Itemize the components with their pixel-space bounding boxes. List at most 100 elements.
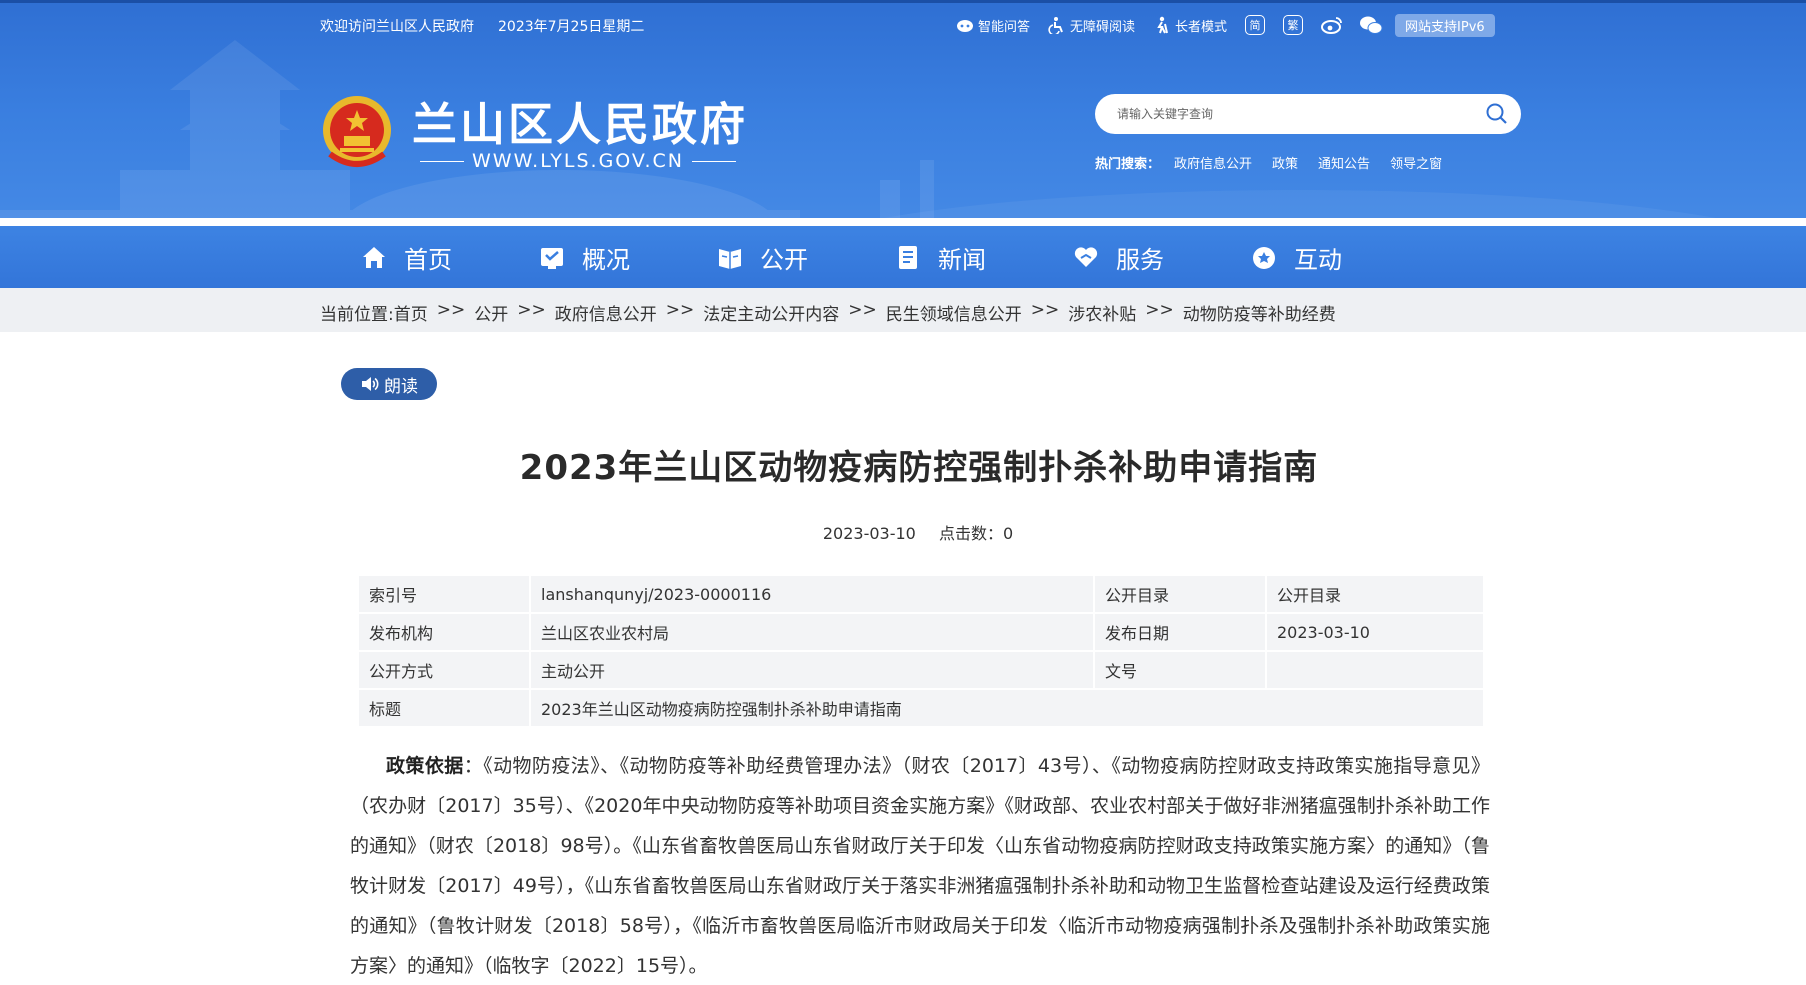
- nav-open-label: 公开: [760, 245, 808, 274]
- hot-search: 热门搜索： 政府信息公开 政策 通知公告 领导之窗: [1095, 153, 1462, 172]
- body-paragraph: ：《动物防疫法》、《动物防疫等补助经费管理办法》（财农〔2017〕43号）、《动…: [350, 755, 1490, 977]
- nav-news[interactable]: 新闻: [894, 226, 1072, 288]
- info-value: [1265, 650, 1485, 690]
- elder-icon: [1157, 16, 1169, 34]
- article-info-table: 索引号 lanshanqunyj/2023-0000116 公开目录 公开目录 …: [357, 574, 1485, 728]
- top-accent-line: [0, 0, 1806, 3]
- accessibility-label: 无障碍阅读: [1070, 19, 1136, 35]
- search-input[interactable]: [1117, 102, 1457, 126]
- smart-qa-label: 智能问答: [978, 19, 1031, 35]
- site-title: 兰山区人民政府: [412, 98, 749, 151]
- nav-service-label: 服务: [1116, 245, 1164, 274]
- breadcrumb-separator: >>: [848, 300, 877, 320]
- accessibility-icon: [1048, 17, 1063, 34]
- info-value: 主动公开: [529, 650, 1095, 690]
- info-value: 公开目录: [1265, 574, 1485, 614]
- table-row: 标题 2023年兰山区动物疫病防控强制扑杀补助申请指南: [357, 688, 1485, 728]
- article-title: 2023年兰山区动物疫病防控强制扑杀补助申请指南: [519, 448, 1319, 488]
- nav-interact-label: 互动: [1294, 245, 1342, 274]
- table-row: 发布机构 兰山区农业农村局 发布日期 2023-03-10: [357, 612, 1485, 652]
- breadcrumb-separator: >>: [1030, 300, 1060, 320]
- current-date: 2023年7月25日星期二: [498, 19, 645, 35]
- nav-separator: [0, 218, 1806, 226]
- smart-qa-link[interactable]: 智能问答: [956, 16, 1030, 35]
- national-emblem: [323, 96, 391, 167]
- main-nav: 首页 概况 公开 新闻 服务 互动: [0, 226, 1806, 288]
- nav-news-label: 新闻: [938, 245, 986, 274]
- news-icon: [899, 246, 917, 269]
- site-header: 欢迎访问兰山区人民政府 2023年7月25日星期二 智能问答 无障碍阅读 长者模…: [0, 0, 1806, 288]
- body-lead-label: 政策依据: [386, 755, 464, 777]
- ipv6-badge: 网站支持IPv6: [1395, 13, 1495, 37]
- read-aloud-label: 朗读: [384, 376, 418, 397]
- breadcrumb-separator: >>: [436, 300, 466, 320]
- breadcrumb-item[interactable]: 涉农补贴: [1068, 300, 1136, 325]
- read-aloud-button[interactable]: 朗读: [341, 368, 437, 400]
- elder-mode-label: 长者模式: [1175, 19, 1228, 35]
- info-key: 发布日期: [1093, 612, 1267, 652]
- site-url-text: WWW.LYLS.GOV.CN: [472, 150, 684, 172]
- breadcrumb-bar: 当前位置: 首页 >> 公开 >> 政府信息公开 >> 法定主动公开内容 >> …: [0, 288, 1806, 332]
- open-icon: [719, 249, 741, 269]
- nav-service[interactable]: 服务: [1072, 226, 1250, 288]
- hot-search-link[interactable]: 通知公告: [1318, 153, 1370, 172]
- info-value: lanshanqunyj/2023-0000116: [529, 574, 1095, 614]
- home-icon: [363, 247, 385, 268]
- breadcrumb-item[interactable]: 法定主动公开内容: [703, 300, 839, 325]
- breadcrumb-item[interactable]: 首页: [394, 300, 428, 325]
- info-value: 兰山区农业农村局: [529, 612, 1095, 652]
- main-nav-items: 首页 概况 公开 新闻 服务 互动: [360, 226, 1428, 288]
- service-icon: [1074, 247, 1098, 267]
- overview-icon: [541, 248, 563, 269]
- nav-overview[interactable]: 概况: [538, 226, 716, 288]
- info-value: 2023-03-10: [1265, 612, 1485, 652]
- hit-count: 点击数：0: [938, 524, 1014, 543]
- site-url: WWW.LYLS.GOV.CN: [412, 150, 744, 172]
- article-body: 政策依据：《动物防疫法》、《动物防疫等补助经费管理办法》（财农〔2017〕43号…: [350, 746, 1490, 985]
- utility-tools: 智能问答 无障碍阅读 长者模式 简 繁 网站支持IPv6: [956, 10, 1495, 40]
- search-icon[interactable]: [1485, 102, 1509, 126]
- table-row: 索引号 lanshanqunyj/2023-0000116 公开目录 公开目录: [357, 574, 1485, 614]
- url-left-rule: [420, 160, 464, 162]
- accessibility-link[interactable]: 无障碍阅读: [1048, 16, 1135, 35]
- traditional-icon[interactable]: 繁: [1283, 15, 1304, 35]
- interact-icon: [1253, 247, 1275, 269]
- breadcrumb-item[interactable]: 动物防疫等补助经费: [1183, 300, 1336, 325]
- top-utility-bar: 欢迎访问兰山区人民政府 2023年7月25日星期二 智能问答 无障碍阅读 长者模…: [0, 10, 1806, 40]
- breadcrumb-item[interactable]: 民生领域信息公开: [886, 300, 1022, 325]
- hot-search-label: 热门搜索：: [1095, 157, 1161, 172]
- breadcrumb-item[interactable]: 公开: [474, 300, 508, 325]
- breadcrumb: 当前位置: 首页 >> 公开 >> 政府信息公开 >> 法定主动公开内容 >> …: [320, 300, 1336, 325]
- hot-search-link[interactable]: 领导之窗: [1390, 153, 1442, 172]
- welcome-text: 欢迎访问兰山区人民政府: [320, 19, 474, 35]
- info-key: 索引号: [357, 574, 531, 614]
- hot-search-link[interactable]: 政府信息公开: [1174, 153, 1252, 172]
- publish-date: 2023-03-10: [822, 524, 916, 543]
- info-key: 标题: [357, 688, 531, 728]
- info-key: 文号: [1093, 650, 1267, 690]
- nav-overview-label: 概况: [582, 245, 630, 274]
- article-meta: 2023-03-10 点击数：0: [0, 520, 1806, 544]
- nav-home-label: 首页: [404, 245, 452, 274]
- elder-mode-link[interactable]: 长者模式: [1153, 16, 1227, 35]
- simplified-icon[interactable]: 简: [1245, 15, 1266, 35]
- robot-icon: [957, 20, 973, 32]
- hot-search-link[interactable]: 政策: [1272, 153, 1298, 172]
- info-key: 发布机构: [357, 612, 531, 652]
- info-key: 公开方式: [357, 650, 531, 690]
- wechat-icon[interactable]: [1359, 15, 1383, 35]
- nav-open[interactable]: 公开: [716, 226, 894, 288]
- breadcrumb-separator: >>: [665, 300, 695, 320]
- breadcrumb-item[interactable]: 政府信息公开: [555, 300, 657, 325]
- nav-interact[interactable]: 互动: [1250, 226, 1428, 288]
- info-value: 2023年兰山区动物疫病防控强制扑杀补助申请指南: [529, 688, 1485, 728]
- breadcrumb-separator: >>: [1145, 300, 1174, 320]
- table-row: 公开方式 主动公开 文号: [357, 650, 1485, 690]
- nav-home[interactable]: 首页: [360, 226, 538, 288]
- speaker-icon: [362, 377, 379, 391]
- breadcrumb-label: 当前位置:: [320, 305, 394, 325]
- weibo-icon[interactable]: [1321, 15, 1343, 35]
- breadcrumb-separator: >>: [517, 300, 546, 320]
- search-box: [1095, 94, 1521, 134]
- info-key: 公开目录: [1093, 574, 1267, 614]
